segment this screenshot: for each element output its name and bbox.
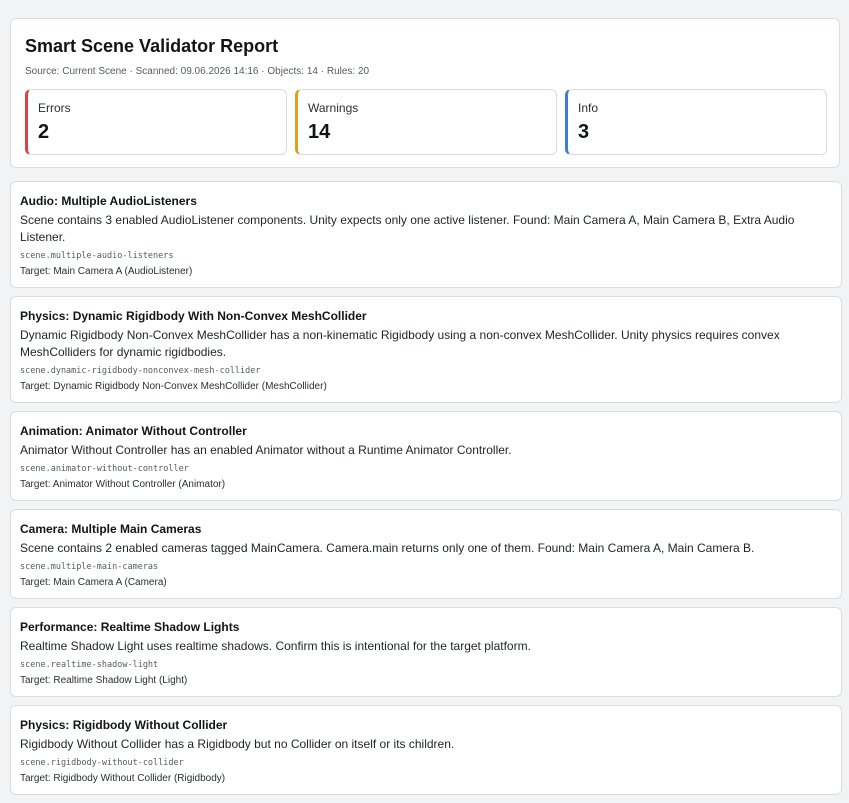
errors-count: 2 xyxy=(38,121,50,143)
issue-target[interactable]: Target: Animator Without Controller (Ani… xyxy=(20,478,832,492)
issue-rule-id: scene.animator-without-controller xyxy=(20,464,189,474)
issue-description: Scene contains 3 enabled AudioListener c… xyxy=(20,213,795,244)
warnings-count: 14 xyxy=(308,121,331,143)
info-label: Info xyxy=(578,101,599,115)
issue-description: Rigidbody Without Collider has a Rigidbo… xyxy=(20,737,455,751)
issue-rule-id: scene.multiple-main-cameras xyxy=(20,562,159,572)
issue-title: Audio: Multiple AudioListeners xyxy=(20,194,197,208)
info-count: 3 xyxy=(578,121,590,143)
issue-card: Animation: Animator Without Controller A… xyxy=(10,411,842,501)
issue-title: Physics: Rigidbody Without Collider xyxy=(20,718,228,732)
issue-title: Physics: Dynamic Rigidbody With Non-Conv… xyxy=(20,309,367,323)
issue-target[interactable]: Target: Rigidbody Without Collider (Rigi… xyxy=(20,772,832,786)
report-title: Smart Scene Validator Report xyxy=(25,36,279,56)
issue-list: Audio: Multiple AudioListeners Scene con… xyxy=(10,181,842,803)
issue-target[interactable]: Target: Realtime Shadow Light (Light) xyxy=(20,674,832,688)
issue-title: Performance: Realtime Shadow Lights xyxy=(20,620,240,634)
issue-description: Scene contains 2 enabled cameras tagged … xyxy=(20,541,755,555)
report-meta: Source: Current Scene · Scanned: 09.06.2… xyxy=(25,66,370,77)
issue-card: Audio: Multiple AudioListeners Scene con… xyxy=(10,181,842,288)
issue-title: Camera: Multiple Main Cameras xyxy=(20,522,202,536)
issue-target[interactable]: Target: Main Camera A (AudioListener) xyxy=(20,265,832,279)
errors-label: Errors xyxy=(38,101,71,115)
issue-rule-id: scene.dynamic-rigidbody-nonconvex-mesh-c… xyxy=(20,366,261,376)
issue-rule-id: scene.realtime-shadow-light xyxy=(20,660,159,670)
issue-rule-id: scene.multiple-audio-listeners xyxy=(20,251,174,261)
info-card: Info 3 xyxy=(565,89,827,155)
issue-target[interactable]: Target: Main Camera A (Camera) xyxy=(20,576,832,590)
issue-card: Physics: Dynamic Rigidbody With Non-Conv… xyxy=(10,296,842,403)
issue-title: Animation: Animator Without Controller xyxy=(20,424,247,438)
issue-card: Performance: Realtime Shadow Lights Real… xyxy=(10,607,842,697)
issue-rule-id: scene.rigidbody-without-collider xyxy=(20,758,184,768)
warnings-card: Warnings 14 xyxy=(295,89,557,155)
issue-description: Dynamic Rigidbody Non-Convex MeshCollide… xyxy=(20,328,780,359)
issue-card: Physics: Rigidbody Without Collider Rigi… xyxy=(10,705,842,795)
report-summary-panel: Smart Scene Validator Report Source: Cur… xyxy=(10,18,840,168)
issue-target[interactable]: Target: Dynamic Rigidbody Non-Convex Mes… xyxy=(20,380,832,394)
errors-card: Errors 2 xyxy=(25,89,287,155)
issue-description: Animator Without Controller has an enabl… xyxy=(20,443,512,457)
issue-card: Camera: Multiple Main Cameras Scene cont… xyxy=(10,509,842,599)
issue-description: Realtime Shadow Light uses realtime shad… xyxy=(20,639,531,653)
warnings-label: Warnings xyxy=(308,101,359,115)
